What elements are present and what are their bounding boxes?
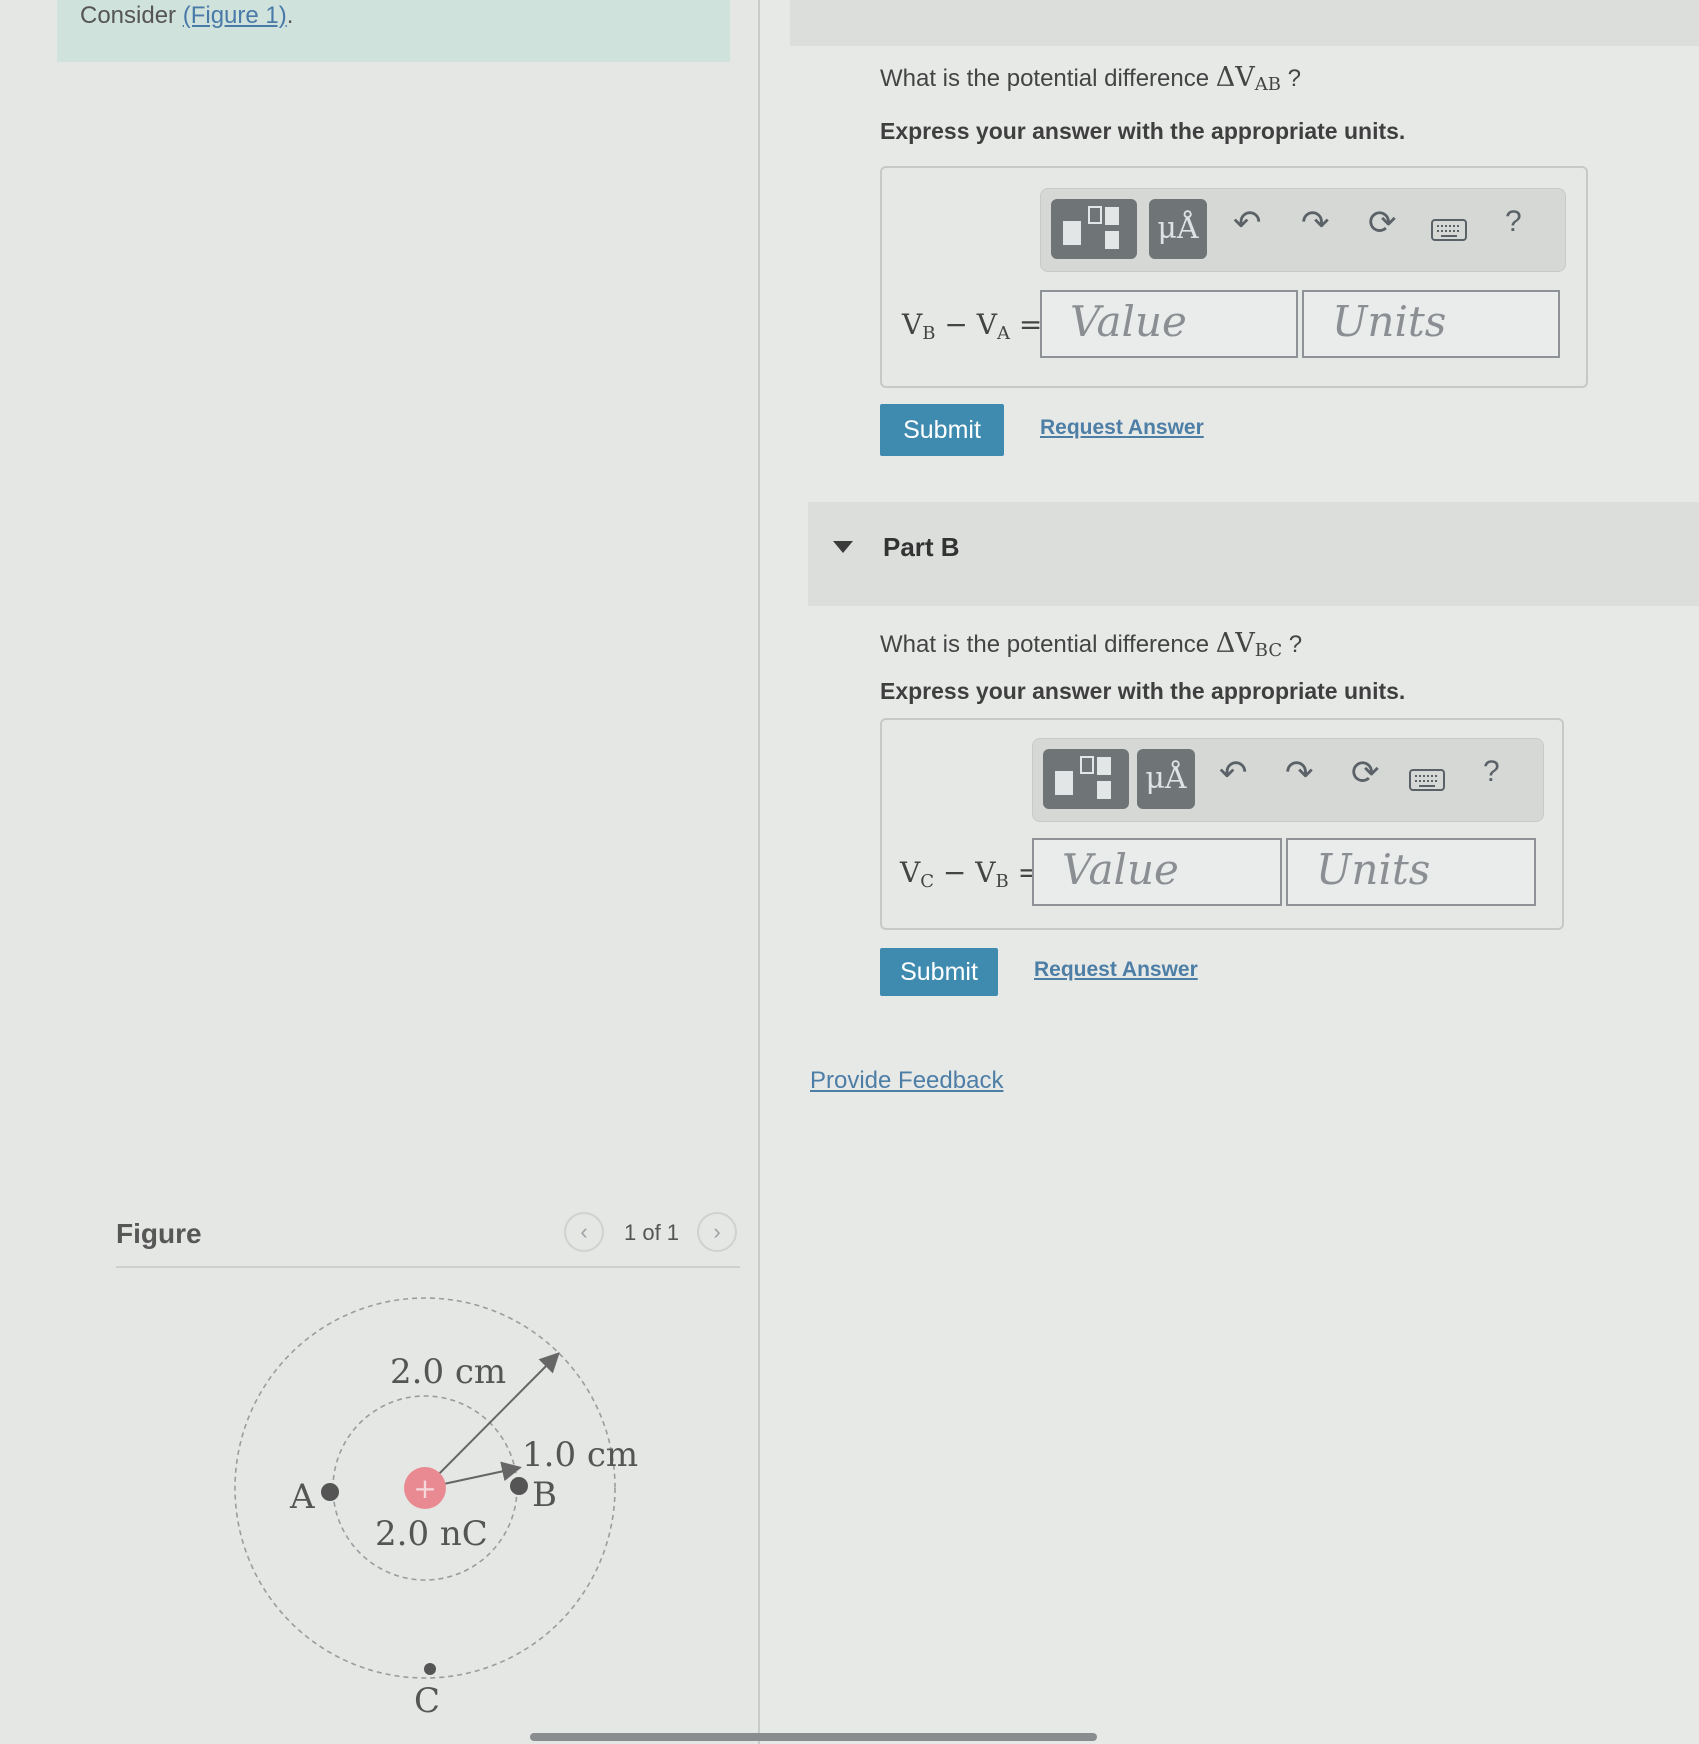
help-icon[interactable]: ? [1483, 755, 1500, 789]
part-a-units-input[interactable]: Units [1302, 290, 1560, 358]
redo-icon[interactable]: ↷ [1285, 753, 1314, 793]
part-a-header-bar [790, 0, 1699, 46]
undo-icon[interactable]: ↶ [1219, 753, 1248, 793]
part-b-submit-button[interactable]: Submit [880, 948, 998, 996]
part-a-submit-button[interactable]: Submit [880, 404, 1004, 456]
eq-var-1: V [900, 856, 921, 889]
reset-icon[interactable]: ⟳ [1351, 753, 1380, 793]
inner-radius-label: 1.0 cm [522, 1435, 638, 1475]
part-a-value-input[interactable]: Value [1040, 290, 1298, 358]
units-icon: μÅ [1157, 211, 1199, 246]
collapse-caret-icon[interactable] [833, 541, 853, 553]
question-mark: ? [1281, 65, 1302, 92]
templates-icon [1063, 206, 1119, 249]
eq-sub-2: A [996, 323, 1010, 344]
part-b-instruction: Express your answer with the appropriate… [880, 678, 1406, 704]
question-subscript: AB [1254, 74, 1281, 95]
part-a-answer-box: μÅ ↶ ↷ ⟳ ? VB − VA = Value Units [880, 166, 1588, 388]
keyboard-icon[interactable] [1431, 219, 1467, 241]
help-icon[interactable]: ? [1505, 205, 1522, 239]
point-a-dot [321, 1483, 339, 1501]
point-b-label: B [532, 1475, 557, 1515]
eq-var-1: V [902, 308, 923, 341]
point-c-dot [424, 1663, 436, 1675]
part-a-instruction: Express your answer with the appropriate… [880, 118, 1406, 144]
templates-icon [1055, 756, 1111, 799]
units-button[interactable]: μÅ [1149, 199, 1207, 259]
question-symbol: ΔV [1215, 62, 1255, 93]
part-b-answer-box: μÅ ↶ ↷ ⟳ ? VC − VB = Value Units [880, 718, 1564, 930]
eq-var-2: − V [935, 308, 997, 341]
units-icon: μÅ [1145, 761, 1187, 796]
part-b-question: What is the potential difference ΔVBC ? [880, 628, 1302, 661]
part-b-toolbar: μÅ ↶ ↷ ⟳ ? [1032, 738, 1544, 822]
part-b-units-input[interactable]: Units [1286, 838, 1536, 906]
part-b-title[interactable]: Part B [883, 532, 960, 563]
templates-button[interactable] [1043, 749, 1129, 809]
part-b-equation-label: VC − VB = [900, 856, 1041, 892]
point-b-dot [510, 1477, 528, 1495]
eq-sub-1: C [920, 871, 935, 892]
charge-figure: + A B C 2.0 cm 1.0 cm 2.0 nC [234, 1297, 638, 1721]
question-text: What is the potential difference [880, 65, 1216, 92]
eq-var-2: − V [934, 856, 996, 889]
provide-feedback-link[interactable]: Provide Feedback [810, 1067, 1003, 1095]
question-subscript: BC [1254, 640, 1283, 661]
units-button[interactable]: μÅ [1137, 749, 1195, 809]
part-b-value-input[interactable]: Value [1032, 838, 1282, 906]
eq-equals: = [1009, 308, 1043, 341]
point-c-label: C [414, 1681, 440, 1721]
point-a-label: A [289, 1477, 315, 1517]
undo-icon[interactable]: ↶ [1233, 203, 1262, 243]
charge-label: 2.0 nC [375, 1514, 488, 1554]
part-a-request-answer-link[interactable]: Request Answer [1040, 416, 1204, 440]
charge-sign: + [413, 1472, 436, 1505]
reset-icon[interactable]: ⟳ [1368, 203, 1397, 243]
question-mark: ? [1282, 631, 1303, 658]
outer-radius-label: 2.0 cm [390, 1352, 506, 1392]
question-symbol: ΔV [1215, 628, 1255, 659]
redo-icon[interactable]: ↷ [1301, 203, 1330, 243]
eq-sub-1: B [922, 323, 936, 344]
question-text: What is the potential difference [880, 631, 1216, 658]
keyboard-icon[interactable] [1409, 769, 1445, 791]
eq-sub-2: B [995, 871, 1009, 892]
part-a-toolbar: μÅ ↶ ↷ ⟳ ? [1040, 188, 1566, 272]
part-a-equation-label: VB − VA = [902, 308, 1042, 344]
templates-button[interactable] [1051, 199, 1137, 259]
part-b-request-answer-link[interactable]: Request Answer [1034, 958, 1198, 982]
part-a-question: What is the potential difference ΔVAB ? [880, 62, 1301, 95]
horizontal-scrollbar[interactable] [530, 1733, 1097, 1741]
